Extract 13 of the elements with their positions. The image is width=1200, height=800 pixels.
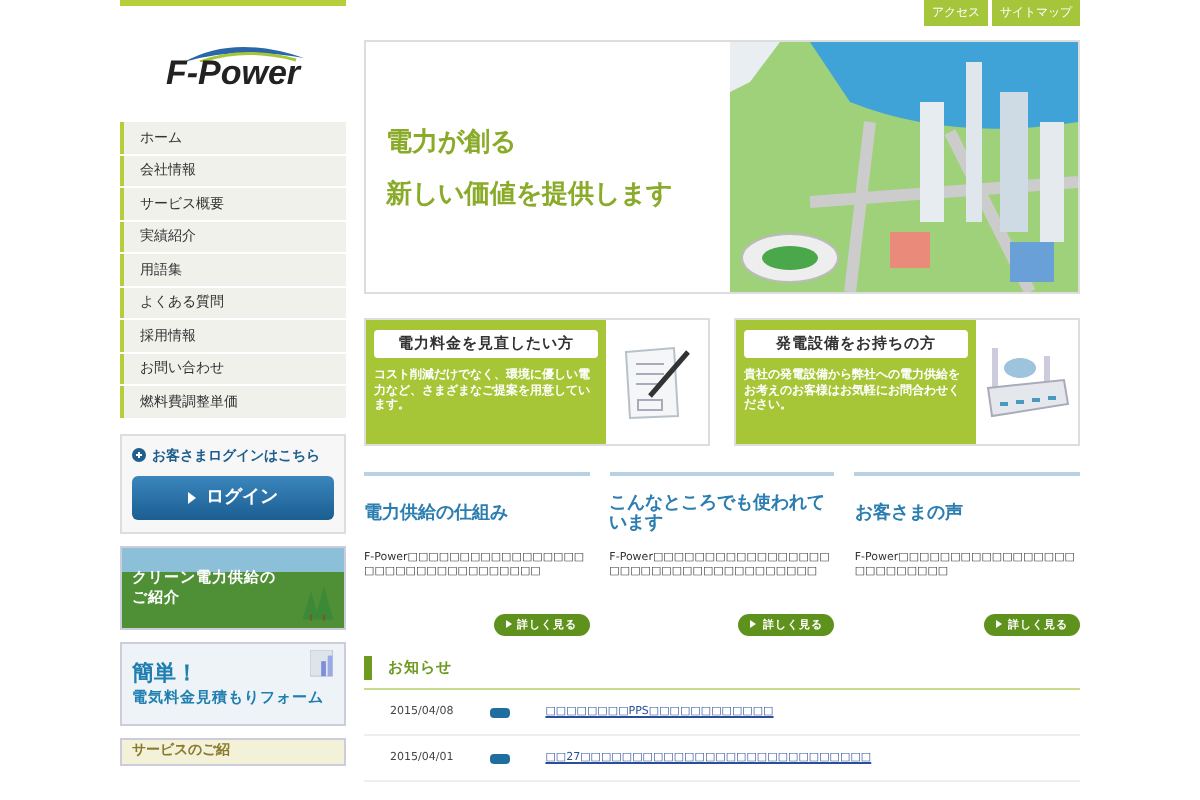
column-title: こんなところでも使われています — [609, 492, 828, 536]
banner-text: 簡単！ — [132, 658, 198, 688]
factory-icon — [983, 344, 1071, 420]
column-title: お客さまの声 — [854, 500, 965, 528]
logo-text: F-Power — [165, 54, 301, 94]
chart-sheet-icon — [310, 649, 338, 677]
hero-text: 新しい価値を提供します — [386, 177, 674, 211]
login-button[interactable]: ログイン — [132, 475, 334, 519]
hero-text: 電力が創る — [386, 125, 518, 159]
arrow-circle-icon — [132, 448, 146, 462]
document-pen-icon — [621, 344, 693, 420]
column-title: 電力供給の仕組み — [364, 500, 510, 528]
trees-icon — [298, 583, 338, 621]
